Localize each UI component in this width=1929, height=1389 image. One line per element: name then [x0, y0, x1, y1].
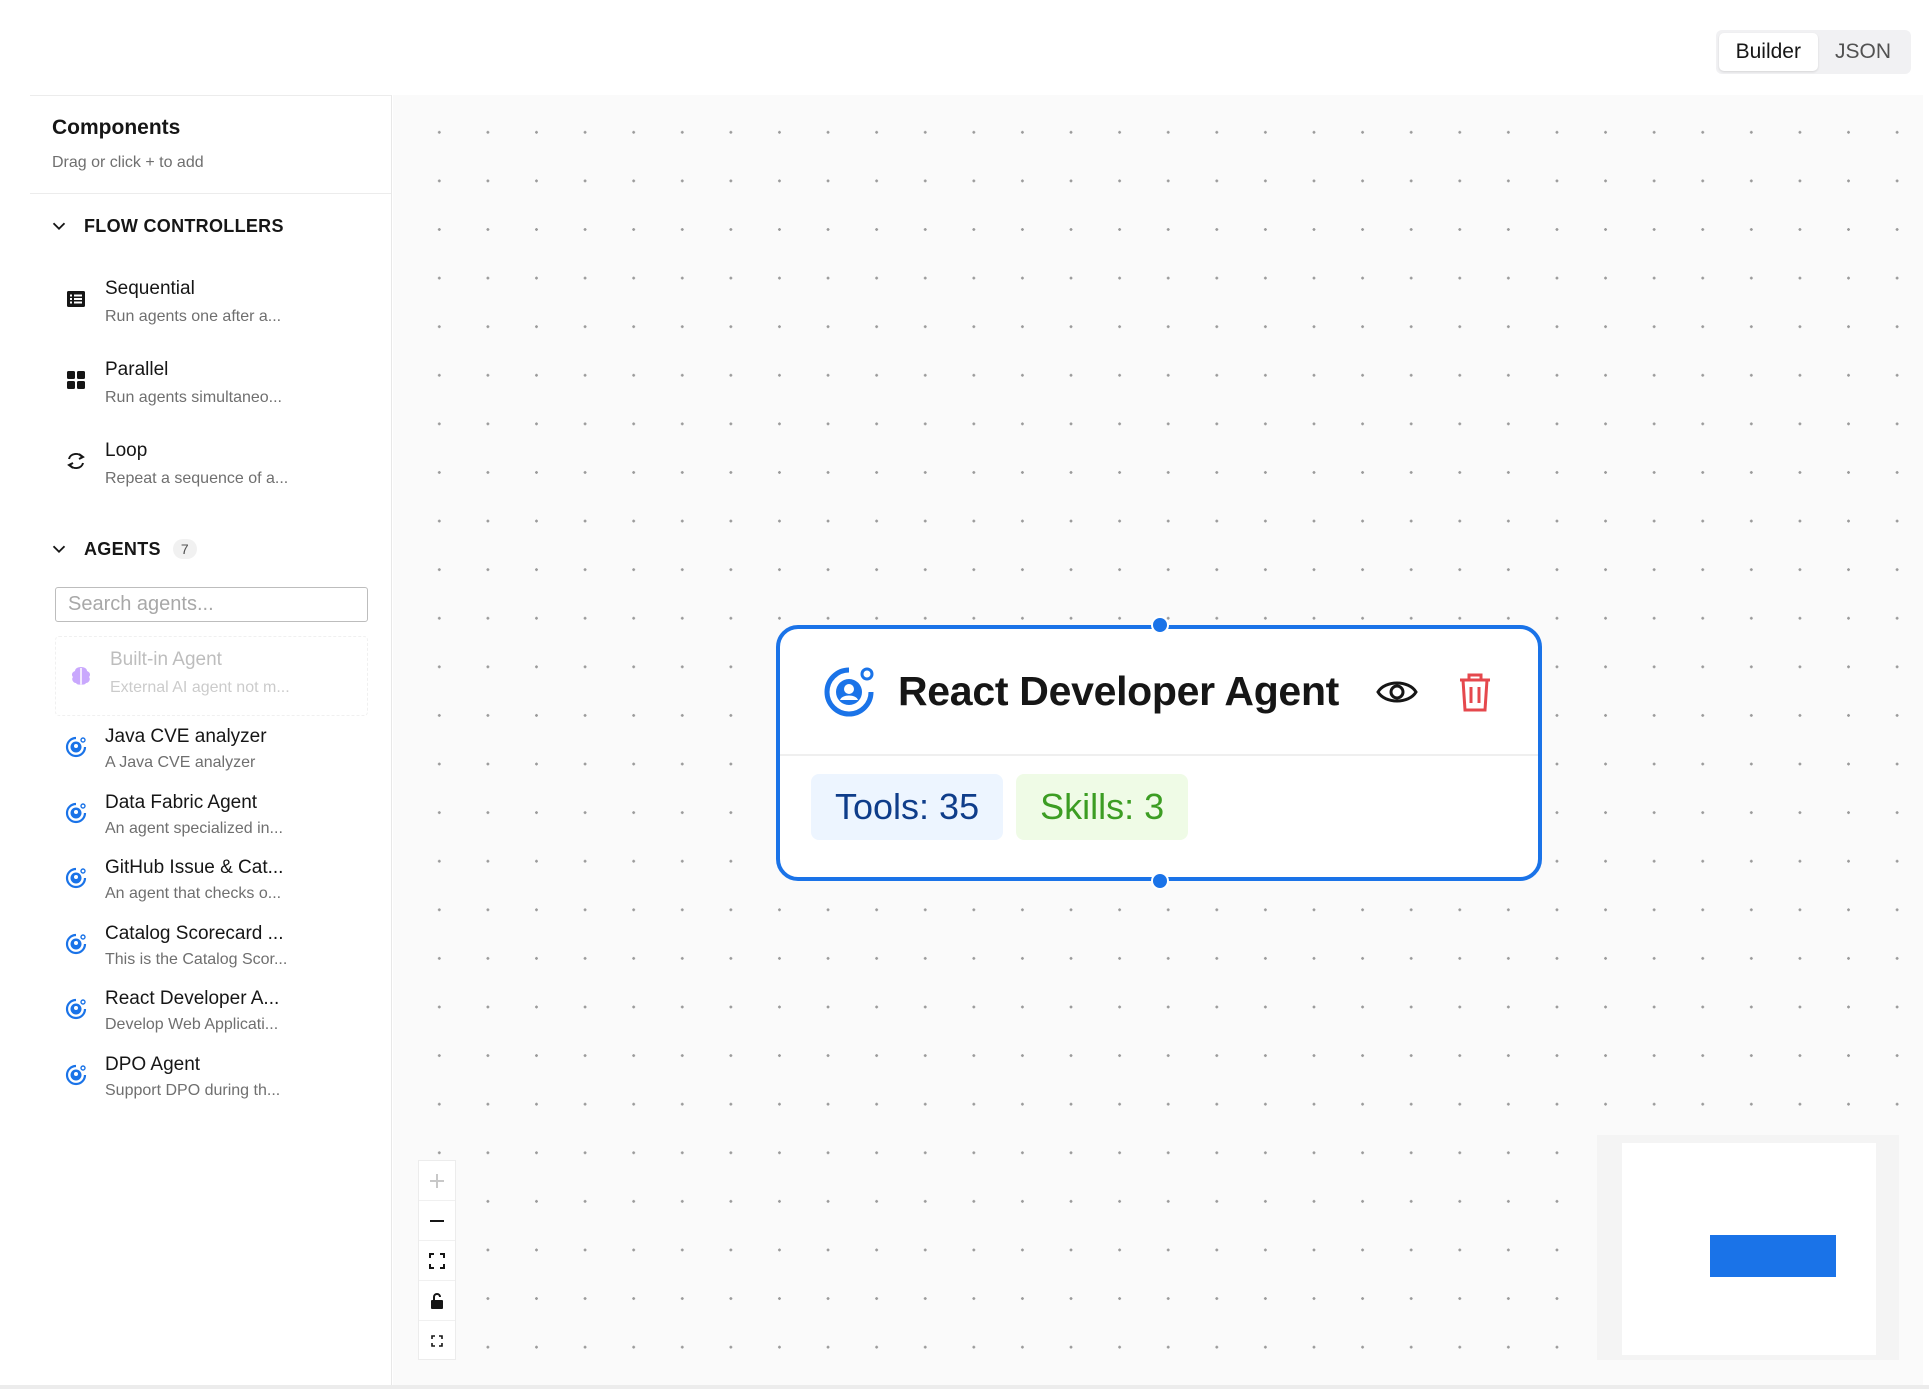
tab-json[interactable]: JSON [1818, 33, 1908, 71]
agent-label: Data Fabric Agent [105, 791, 258, 813]
agent-label: Java CVE analyzer [105, 726, 267, 747]
flow-item-loop[interactable]: Loop Repeat a sequence of a... [30, 430, 391, 511]
minimap-viewport [1622, 1143, 1876, 1355]
agent-list-item[interactable]: React Developer A... Develop Web Applicat… [30, 982, 391, 1048]
agent-list-item[interactable]: DPO Agent Support DPO during th... [30, 1048, 391, 1114]
builtin-agent-label: Built-in Agent [110, 649, 222, 670]
flow-controllers-title: FLOW CONTROLLERS [84, 215, 284, 236]
chevron-down-icon [52, 545, 66, 554]
agent-desc: An agent specialized in... [105, 819, 283, 837]
agent-icon [65, 802, 87, 823]
zoom-in-icon [430, 1173, 444, 1188]
agent-icon [65, 1064, 87, 1085]
agent-icon [65, 867, 87, 889]
agent-icon [65, 998, 87, 1020]
flow-item-parallel[interactable]: Parallel Run agents simultaneo... [30, 349, 391, 430]
flow-controllers-header[interactable]: FLOW CONTROLLERS [30, 206, 391, 246]
loop-icon [67, 453, 85, 469]
agent-desc: An agent that checks o... [105, 885, 282, 902]
agent-node[interactable]: React Developer Agent Tools: 35 Skills: … [776, 616, 1542, 890]
agent-list-item[interactable]: GitHub Issue & Cat... An agent that check… [30, 851, 391, 917]
tab-builder[interactable]: Builder [1718, 33, 1818, 71]
flow-item-desc: Repeat a sequence of a... [105, 470, 289, 487]
components-title: Components [52, 116, 181, 139]
grid-icon [67, 371, 85, 389]
lock-button[interactable] [419, 1281, 455, 1321]
agent-icon [824, 667, 874, 716]
trash-icon[interactable] [1455, 670, 1495, 714]
list-icon [67, 291, 85, 307]
flow-item-sequential[interactable]: Sequential Run agents one after a... [30, 268, 391, 349]
node-title: React Developer Agent [898, 668, 1340, 714]
bottom-divider [0, 1385, 1929, 1389]
agents-title: AGENTS [84, 538, 161, 559]
agents-header[interactable]: AGENTS 7 [30, 529, 391, 569]
agent-list-item[interactable]: Catalog Scorecard ... This is the Catalog… [30, 917, 391, 983]
flow-item-label: Loop [105, 440, 148, 461]
builtin-agent-item: Built-in Agent External AI agent not m..… [55, 636, 368, 716]
eye-icon[interactable] [1375, 670, 1419, 714]
zoom-in-button[interactable] [419, 1161, 455, 1201]
tools-count-badge: Tools: 35 [811, 774, 1004, 840]
chevron-down-icon [52, 222, 66, 231]
builtin-agent-desc: External AI agent not m... [110, 679, 290, 696]
zoom-out-icon [430, 1219, 444, 1222]
agent-desc: Develop Web Applicati... [105, 1016, 279, 1033]
agent-desc: This is the Catalog Scor... [105, 950, 288, 968]
flow-item-label: Parallel [105, 359, 169, 380]
search-agents-input[interactable] [55, 587, 368, 622]
fit-view-button[interactable] [419, 1241, 455, 1281]
zoom-out-button[interactable] [419, 1201, 455, 1241]
flow-item-desc: Run agents one after a... [105, 308, 282, 325]
canvas-controls [418, 1160, 456, 1360]
flow-item-label: Sequential [105, 278, 195, 299]
node-output-handle[interactable] [1151, 872, 1169, 890]
node-header: React Developer Agent [780, 629, 1538, 756]
lock-icon [431, 1292, 443, 1309]
skills-count-badge: Skills: 3 [1016, 774, 1189, 840]
agent-desc: A Java CVE analyzer [105, 754, 256, 771]
agent-list-item[interactable]: Data Fabric Agent An agent specialized in… [30, 786, 391, 852]
agent-label: React Developer A... [105, 988, 280, 1009]
agent-list-item[interactable]: Java CVE analyzer A Java CVE analyzer [30, 720, 391, 786]
agent-icon [65, 933, 87, 954]
fit-view-icon [429, 1252, 445, 1269]
minimap[interactable] [1597, 1135, 1899, 1360]
node-body: Tools: 35 Skills: 3 [780, 756, 1538, 840]
fullscreen-icon [431, 1335, 443, 1347]
agent-icon [65, 736, 87, 758]
components-subtitle: Drag or click + to add [52, 154, 204, 171]
flow-item-desc: Run agents simultaneo... [105, 389, 282, 406]
agent-label: DPO Agent [105, 1053, 201, 1075]
node-input-handle[interactable] [1151, 616, 1169, 634]
fullscreen-button[interactable] [419, 1321, 455, 1361]
agent-label: GitHub Issue & Cat... [105, 857, 284, 878]
brain-icon [71, 667, 91, 685]
components-sidebar: Components Drag or click + to add FLOW C… [30, 95, 392, 1385]
agent-desc: Support DPO during th... [105, 1081, 281, 1099]
agent-label: Catalog Scorecard ... [105, 922, 284, 944]
components-header: Components Drag or click + to add [30, 96, 391, 194]
agent-list: Java CVE analyzer A Java CVE analyzer Data… [30, 720, 391, 1113]
view-toggle: Builder JSON [1715, 30, 1911, 74]
agents-count-badge: 7 [172, 539, 197, 559]
top-bar: Builder JSON [0, 0, 1929, 95]
flow-canvas[interactable]: React Developer Agent Tools: 35 Skills: … [393, 95, 1923, 1385]
minimap-node [1710, 1235, 1836, 1277]
